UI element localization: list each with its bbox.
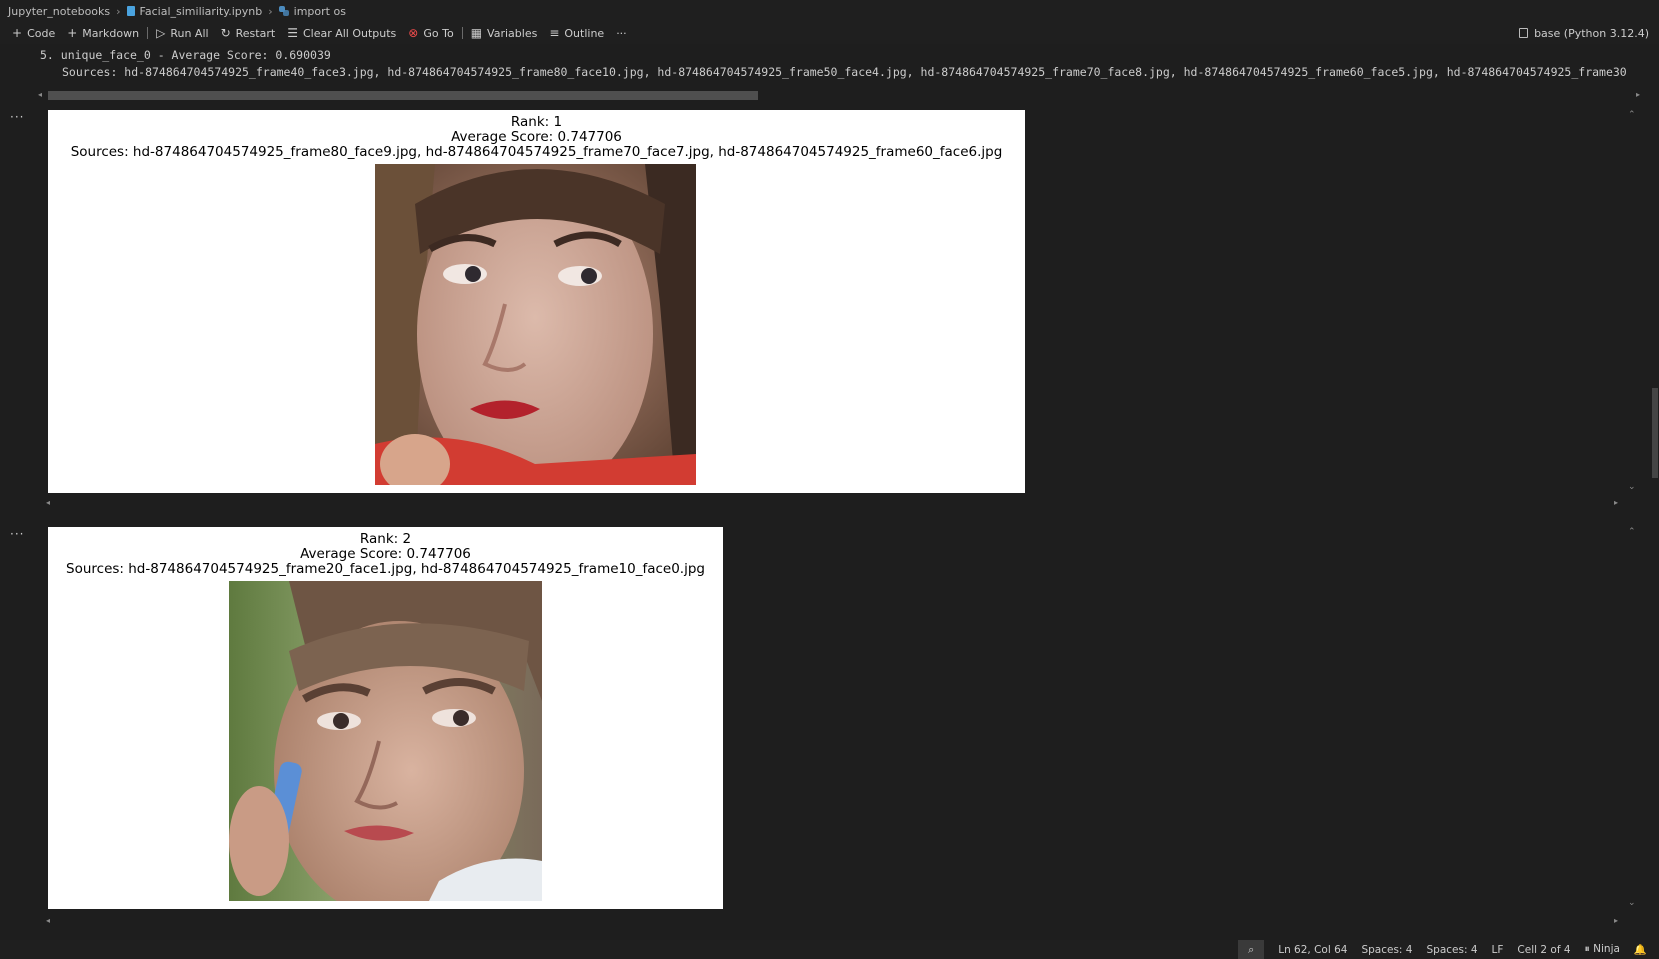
breadcrumb-file[interactable]: Facial_similiarity.ipynb [126,4,263,18]
breadcrumb-symbol-label: import os [293,4,346,18]
add-markdown-cell-button[interactable]: + Markdown [61,23,145,43]
horizontal-scrollbar[interactable] [48,91,1638,100]
go-to-label: Go To [423,26,454,40]
play-icon: ▷ [156,26,166,40]
keymap-label: Ninja [1593,943,1620,955]
more-actions-icon: ··· [616,26,627,40]
kernel-icon [1519,28,1529,38]
vertical-scrollbar-thumb[interactable] [1652,388,1658,478]
output-line: Sources: hd-874864704574925_frame40_face… [62,65,1627,79]
chevron-right-icon: › [268,4,273,18]
horizontal-scrollbar-thumb[interactable] [48,91,758,100]
text-output: 5. unique_face_0 - Average Score: 0.6900… [0,44,1659,88]
scroll-left-icon[interactable]: ◂ [46,498,50,507]
face-photo-illustration [229,581,542,901]
plus-icon: + [12,26,23,40]
status-bar: ⌕ Ln 62, Col 64 Spaces: 4 Spaces: 4 LF C… [0,940,1659,959]
figure-score-title: Average Score: 0.747706 [300,546,471,562]
figure-rank-title: Rank: 1 [510,114,563,130]
indentation-b[interactable]: Spaces: 4 [1427,944,1478,956]
breadcrumb-file-label: Facial_similiarity.ipynb [139,4,263,18]
add-code-cell-button[interactable]: + Code [6,23,61,43]
add-markdown-label: Markdown [82,26,140,40]
face-image [229,581,542,901]
scroll-right-icon[interactable]: ▸ [1614,498,1618,507]
kernel-label: base (Python 3.12.4) [1534,26,1649,40]
chevron-up-icon[interactable]: ⌃ [1628,110,1636,120]
end-of-line[interactable]: LF [1492,944,1504,956]
output-gutter-menu[interactable]: ··· [10,527,24,541]
go-to-button[interactable]: ⊗ Go To [402,23,459,43]
toolbar-divider [461,27,463,39]
list-icon: ≡ [549,26,560,40]
breadcrumb-folder-label: Jupyter_notebooks [8,4,111,18]
table-icon: ▦ [470,26,483,40]
breadcrumb-folder[interactable]: Jupyter_notebooks [8,5,110,18]
chevron-right-icon: › [116,4,121,18]
breadcrumb: Jupyter_notebooks › Facial_similiarity.i… [0,0,1659,22]
scroll-left-icon[interactable]: ◂ [38,90,42,99]
figure-rank-title: Rank: 2 [359,531,412,547]
figure-sources-title: Sources: hd-874864704574925_frame20_face… [66,561,705,577]
chevron-down-icon[interactable]: ⌄ [1628,898,1636,908]
breadcrumb-symbol[interactable]: import os [278,4,346,18]
chevron-down-icon[interactable]: ⌄ [1628,482,1636,492]
restart-label: Restart [235,26,276,40]
outline-button[interactable]: ≡ Outline [543,23,610,43]
notebook-icon [126,6,135,16]
kernel-picker[interactable]: base (Python 3.12.4) [1519,22,1649,44]
notifications-bell-icon[interactable]: 🔔 [1634,943,1647,956]
keymap-indicator[interactable]: ⏸ Ninja [1585,943,1620,956]
figure-sources-title: Sources: hd-874864704574925_frame80_face… [70,144,1003,160]
outline-label: Outline [564,26,605,40]
variables-button[interactable]: ▦ Variables [465,23,544,43]
chevron-up-icon[interactable]: ⌃ [1628,527,1636,537]
pause-icon: ⏸ [1584,943,1590,955]
clear-all-label: Clear All Outputs [302,26,397,40]
figure-score-title: Average Score: 0.747706 [451,129,622,145]
run-all-button[interactable]: ▷ Run All [150,23,214,43]
python-icon [278,6,289,16]
restart-icon: ↻ [220,26,231,40]
error-circle-icon: ⊗ [408,26,419,40]
output-gutter-menu[interactable]: ··· [10,110,24,124]
face-photo-illustration [375,164,696,485]
more-actions-button[interactable]: ··· [610,23,633,43]
zoom-button[interactable]: ⌕ [1238,940,1265,959]
cursor-position[interactable]: Ln 62, Col 64 [1278,944,1347,956]
clear-all-outputs-button[interactable]: ☰ Clear All Outputs [281,23,402,43]
output-figure: Rank: 2 Average Score: 0.747706 Sources:… [48,527,723,909]
cell-indicator[interactable]: Cell 2 of 4 [1517,944,1570,956]
scroll-right-icon[interactable]: ▸ [1614,916,1618,925]
plus-icon: + [67,26,78,40]
output-line: 5. unique_face_0 - Average Score: 0.6900… [40,48,331,62]
variables-label: Variables [487,26,538,40]
scroll-left-icon[interactable]: ◂ [46,916,50,925]
toolbar-divider [147,27,149,39]
run-all-label: Run All [170,26,209,40]
scroll-right-icon[interactable]: ▸ [1636,90,1640,99]
clear-all-icon: ☰ [287,26,298,40]
indentation-a[interactable]: Spaces: 4 [1361,944,1412,956]
magnifier-icon: ⌕ [1248,942,1255,956]
face-image [375,164,696,485]
restart-button[interactable]: ↻ Restart [215,23,282,43]
output-figure: Rank: 1 Average Score: 0.747706 Sources:… [48,110,1025,493]
notebook-toolbar: + Code + Markdown ▷ Run All ↻ Restart ☰ … [0,22,1659,44]
add-code-label: Code [27,26,56,40]
